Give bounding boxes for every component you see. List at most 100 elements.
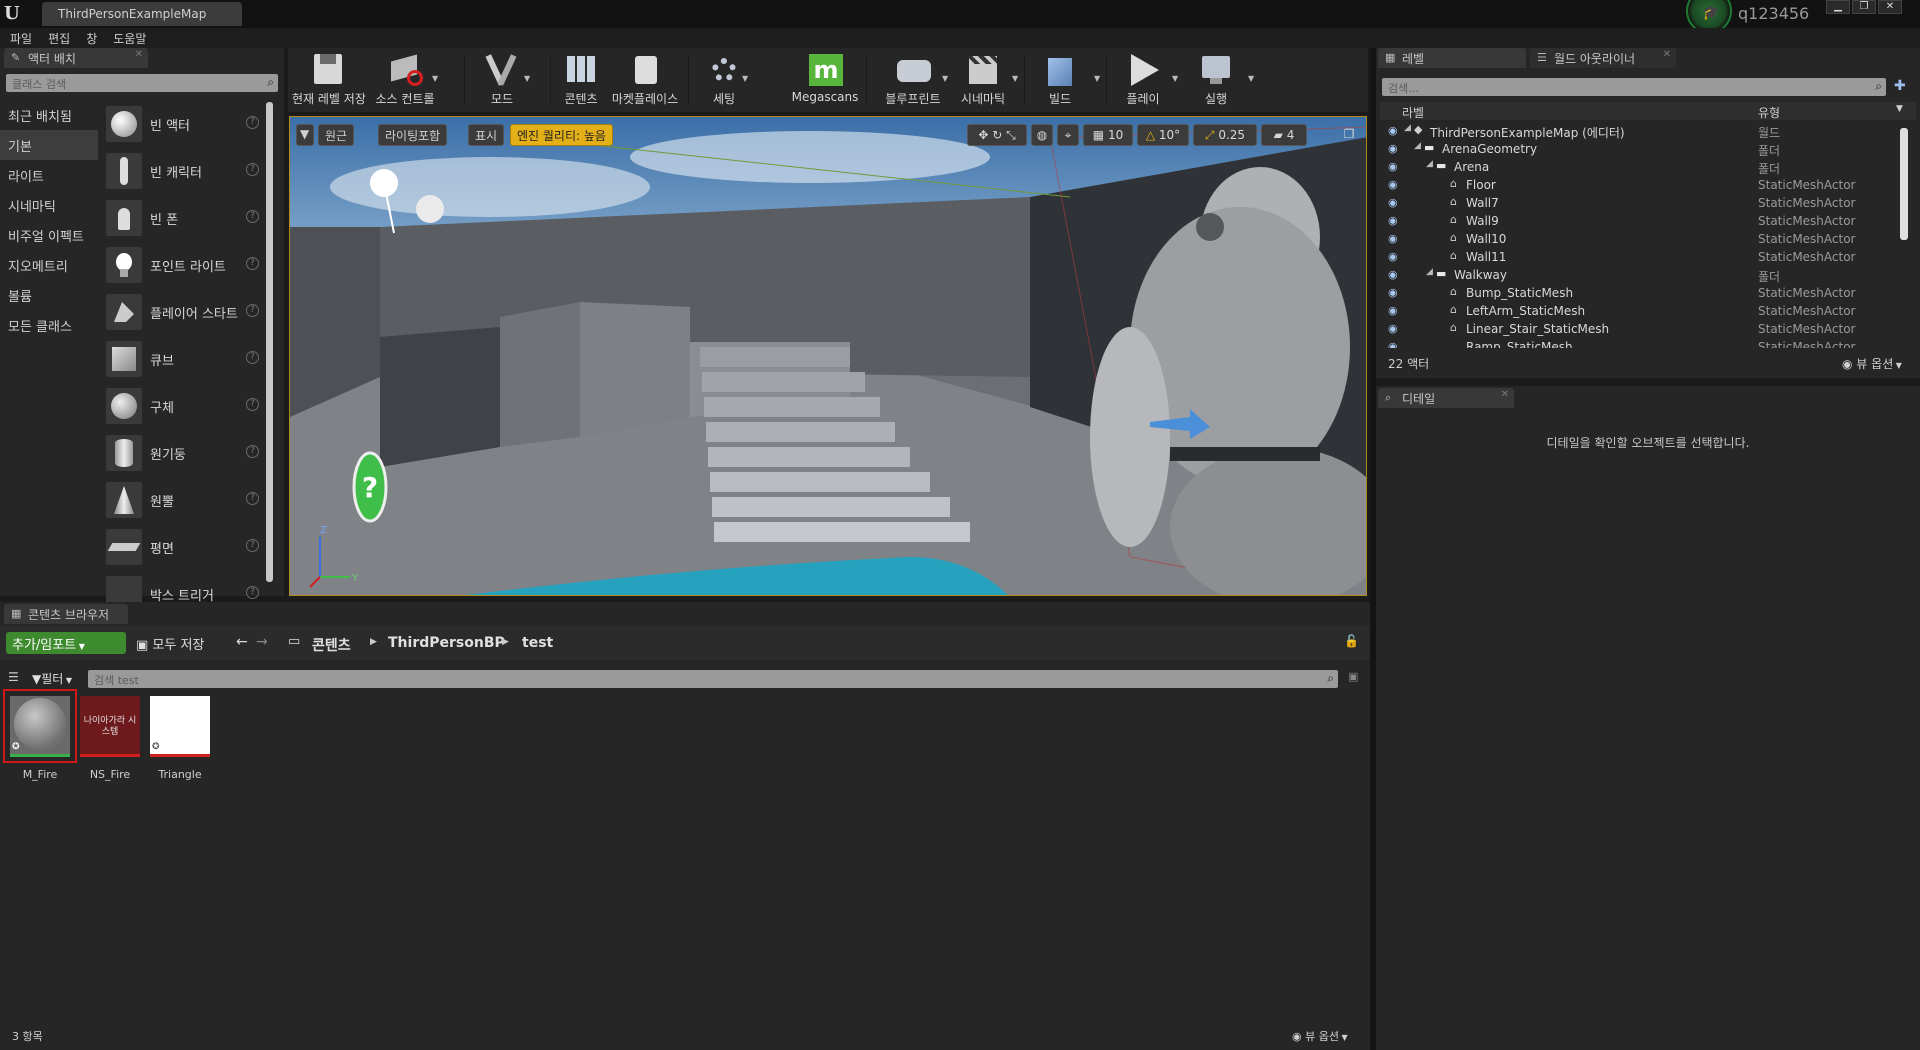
world-local-toggle[interactable]: ◍ bbox=[1031, 124, 1053, 146]
chevron-down-icon[interactable]: ▼ bbox=[1172, 74, 1178, 83]
help-icon[interactable]: ? bbox=[246, 210, 259, 223]
source-control-button[interactable]: 소스 컨트롤 ▼ bbox=[372, 48, 438, 112]
table-row[interactable]: ◉ ⌂ Wall10 StaticMeshActor bbox=[1380, 230, 1900, 248]
table-row[interactable]: ◉ ⌂ Wall11 StaticMeshActor bbox=[1380, 248, 1900, 266]
document-tab[interactable]: ThirdPersonExampleMap bbox=[42, 2, 242, 26]
outliner-view-options[interactable]: ◉ 뷰 옵션 ▼ bbox=[1842, 355, 1902, 372]
menu-file[interactable]: 파일 bbox=[10, 30, 32, 47]
list-item[interactable]: 빈 액터 ? bbox=[104, 100, 264, 147]
content-button[interactable]: 콘텐츠 bbox=[556, 48, 606, 112]
close-icon[interactable]: ✕ bbox=[1878, 0, 1902, 14]
scale-snap-control[interactable]: ⤢ 0.25 bbox=[1193, 124, 1257, 146]
surface-snap-toggle[interactable]: ⌖ bbox=[1057, 124, 1079, 146]
back-arrow-icon[interactable]: ← bbox=[236, 634, 248, 650]
list-item[interactable]: 플레이어 스타트 ? bbox=[104, 288, 264, 335]
launch-button[interactable]: 실행 ▼ bbox=[1188, 48, 1254, 112]
list-item[interactable]: 평면 ? bbox=[104, 523, 264, 570]
help-icon[interactable]: ? bbox=[246, 445, 259, 458]
table-row[interactable]: ◉ ⌂ LeftArm_StaticMesh StaticMeshActor bbox=[1380, 302, 1900, 320]
list-item[interactable]: 포인트 라이트 ? bbox=[104, 241, 264, 288]
save-search-icon[interactable]: ▣ bbox=[1348, 670, 1358, 683]
category-visual-effects[interactable]: 비주얼 이펙트 bbox=[0, 220, 98, 250]
class-search-input[interactable]: 클래스 검색 ⌕ bbox=[6, 74, 278, 92]
eye-icon[interactable]: ◉ bbox=[1388, 124, 1398, 137]
table-row[interactable]: ◉ ⌂ Wall7 StaticMeshActor bbox=[1380, 194, 1900, 212]
tab-levels[interactable]: ▦ 레벨 bbox=[1378, 48, 1526, 68]
grid-snap-control[interactable]: ▦ 10 bbox=[1083, 124, 1133, 146]
help-icon[interactable]: ? bbox=[246, 116, 259, 129]
lit-mode-button[interactable]: 라이팅포함 bbox=[378, 124, 448, 146]
show-button[interactable]: 표시 bbox=[468, 124, 505, 146]
help-icon[interactable]: ? bbox=[246, 539, 259, 552]
restore-icon[interactable]: ❐ bbox=[1852, 0, 1876, 14]
help-icon[interactable]: ? bbox=[246, 492, 259, 505]
content-search-input[interactable]: 검색 test ⌕ bbox=[88, 670, 1338, 688]
perspective-button[interactable]: 원근 bbox=[318, 124, 355, 146]
chevron-down-icon[interactable]: ▼ bbox=[524, 74, 530, 83]
outliner-search-input[interactable]: 검색... ⌕ bbox=[1382, 78, 1886, 96]
asset-tile[interactable]: 나이아가라 시스템 NS_Fire bbox=[78, 694, 142, 781]
modes-button[interactable]: 모드 ▼ bbox=[470, 48, 534, 112]
marketplace-button[interactable]: 마켓플레이스 bbox=[610, 48, 680, 112]
tab-close-icon[interactable]: ✕ bbox=[135, 49, 143, 60]
filter-button[interactable]: ▼필터 ▼ bbox=[32, 670, 72, 687]
list-item[interactable]: 빈 폰 ? bbox=[104, 194, 264, 241]
user-name[interactable]: q123456 bbox=[1738, 4, 1809, 23]
list-item[interactable]: 원기둥 ? bbox=[104, 429, 264, 476]
chevron-down-icon[interactable]: ▼ bbox=[432, 74, 438, 83]
breadcrumb-thirdpersonbp[interactable]: ThirdPersonBP bbox=[388, 635, 505, 651]
list-item[interactable]: 빈 캐릭터 ? bbox=[104, 147, 264, 194]
chevron-right-icon[interactable]: ▶ bbox=[370, 637, 377, 647]
eye-icon[interactable]: ◉ bbox=[1388, 196, 1398, 209]
eye-icon[interactable]: ◉ bbox=[1388, 214, 1398, 227]
content-view-options[interactable]: ◉ 뷰 옵션 ▼ bbox=[1292, 1028, 1348, 1044]
eye-icon[interactable]: ◉ bbox=[1388, 178, 1398, 191]
engine-quality-badge[interactable]: 엔진 퀄리티: 높음 bbox=[510, 124, 613, 146]
chevron-down-icon[interactable]: ▼ bbox=[742, 74, 748, 83]
table-row[interactable]: ◉ ⌂ Floor StaticMeshActor bbox=[1380, 176, 1900, 194]
chevron-right-icon[interactable]: ▶ bbox=[502, 637, 509, 647]
add-folder-icon[interactable]: ✚ bbox=[1894, 78, 1906, 94]
viewport-options-button[interactable]: ▼ bbox=[296, 124, 314, 146]
tab-place-actors[interactable]: ✎ 액터 배치 ✕ bbox=[4, 48, 148, 68]
category-geometry[interactable]: 지오메트리 bbox=[0, 250, 98, 280]
category-cinematic[interactable]: 시네마틱 bbox=[0, 190, 98, 220]
column-type[interactable]: 유형 bbox=[1758, 104, 1780, 121]
asset-tile[interactable]: ✪ M_Fire bbox=[3, 689, 77, 781]
expand-arrow-icon[interactable]: ◢ bbox=[1426, 267, 1433, 277]
table-row[interactable]: ◉ ◢ ◆ ThirdPersonExampleMap (에디터) 월드 bbox=[1380, 122, 1900, 140]
tab-world-outliner[interactable]: ☰ 월드 아웃라이너 ✕ bbox=[1530, 48, 1676, 68]
expand-arrow-icon[interactable]: ◢ bbox=[1426, 159, 1433, 169]
build-button[interactable]: 빌드 ▼ bbox=[1030, 48, 1100, 112]
help-icon[interactable]: ? bbox=[246, 304, 259, 317]
add-import-button[interactable]: 추가/임포트 ▼ bbox=[6, 632, 126, 654]
actor-list-scrollbar[interactable] bbox=[266, 102, 273, 582]
chevron-down-icon[interactable]: ▼ bbox=[1094, 74, 1100, 83]
eye-icon[interactable]: ◉ bbox=[1388, 340, 1398, 348]
reflection-capture-icon[interactable] bbox=[416, 195, 444, 223]
eye-icon[interactable]: ◉ bbox=[1388, 232, 1398, 245]
save-level-button[interactable]: 현재 레벨 저장 bbox=[292, 48, 366, 112]
help-icon[interactable]: ? bbox=[246, 163, 259, 176]
table-row[interactable]: ◉ ⌂ Bump_StaticMesh StaticMeshActor bbox=[1380, 284, 1900, 302]
tab-close-icon[interactable]: ✕ bbox=[1663, 49, 1671, 60]
help-icon[interactable]: ? bbox=[246, 257, 259, 270]
help-icon[interactable]: ? bbox=[246, 586, 259, 599]
category-volumes[interactable]: 볼륨 bbox=[0, 280, 98, 310]
breadcrumb-content[interactable]: 콘텐츠 bbox=[312, 635, 351, 655]
category-recent[interactable]: 최근 배치됨 bbox=[0, 100, 98, 130]
tab-details[interactable]: ⌕ 디테일 ✕ bbox=[1378, 388, 1514, 408]
forward-arrow-icon[interactable]: → bbox=[256, 634, 268, 650]
transform-tools[interactable]: ✥ ↻ ⤡ bbox=[967, 124, 1027, 146]
table-row[interactable]: ◉ Ramp_StaticMesh StaticMeshActor bbox=[1380, 338, 1900, 348]
graduation-cap-icon[interactable]: 🎓 bbox=[1702, 5, 1719, 21]
table-row[interactable]: ◉ ◢ ▬ Arena 폴더 bbox=[1380, 158, 1900, 176]
minimize-icon[interactable]: ▁ bbox=[1826, 0, 1850, 14]
list-item[interactable]: 구체 ? bbox=[104, 382, 264, 429]
maximize-viewport-button[interactable]: ❐ bbox=[1340, 124, 1358, 146]
megascans-button[interactable]: m Megascans bbox=[790, 48, 860, 112]
eye-icon[interactable]: ◉ bbox=[1388, 322, 1398, 335]
play-button[interactable]: 플레이 ▼ bbox=[1112, 48, 1178, 112]
chevron-down-icon[interactable]: ▼ bbox=[1896, 104, 1903, 114]
list-item[interactable]: 큐브 ? bbox=[104, 335, 264, 382]
